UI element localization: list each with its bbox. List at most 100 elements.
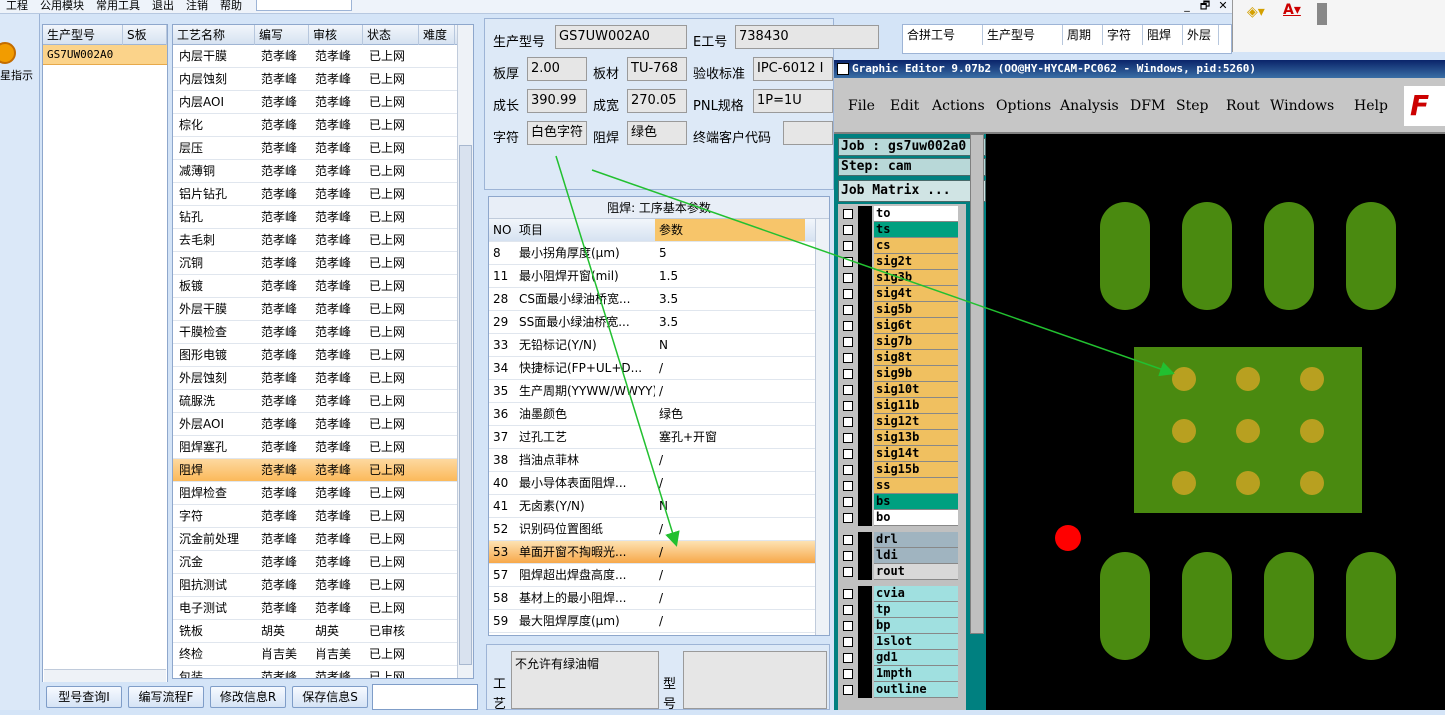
process-row[interactable]: 字符 范孝峰 范孝峰 已上网 (173, 505, 473, 528)
pause-icon[interactable] (0, 42, 16, 64)
layer-row[interactable]: ts (838, 222, 962, 238)
layer-row[interactable]: gd1 (838, 650, 962, 666)
char-field[interactable]: 白色字符 (527, 121, 587, 145)
layer-row[interactable]: sig5b (838, 302, 962, 318)
param-row[interactable]: 59 最大阻焊厚度(μm) / (489, 610, 829, 633)
ge-menu-edit[interactable]: Edit (890, 98, 919, 114)
layer-row[interactable]: sig10t (838, 382, 962, 398)
layer-swatch[interactable] (858, 254, 872, 270)
process-row[interactable]: 钻孔 范孝峰 范孝峰 已上网 (173, 206, 473, 229)
width-field[interactable]: 270.05 (627, 89, 687, 113)
layer-row[interactable]: sig12t (838, 414, 962, 430)
layer-row[interactable]: sig4t (838, 286, 962, 302)
process-row[interactable]: 外层AOI 范孝峰 范孝峰 已上网 (173, 413, 473, 436)
mask-field[interactable]: 绿色 (627, 121, 687, 145)
menu-tools[interactable]: 常用工具 (90, 0, 146, 11)
layer-swatch[interactable] (858, 222, 872, 238)
layer-swatch[interactable] (858, 564, 872, 580)
layer-checkbox[interactable] (843, 321, 853, 331)
layer-row[interactable]: to (838, 206, 962, 222)
col-merge-cycle[interactable]: 周期 (1063, 25, 1103, 45)
layer-swatch[interactable] (858, 446, 872, 462)
param-row[interactable]: 29 SS面最小绿油桥宽... 3.5 (489, 311, 829, 334)
layer-row[interactable]: bs (838, 494, 962, 510)
eno-field[interactable]: 738430 (735, 25, 879, 49)
layer-swatch[interactable] (858, 334, 872, 350)
layer-row[interactable]: bo (838, 510, 962, 526)
col-merge-eno[interactable]: 合拼工号 (903, 25, 983, 45)
via[interactable] (1236, 367, 1260, 391)
edit-flow-button[interactable]: 编写流程F (128, 686, 204, 708)
layer-checkbox[interactable] (843, 669, 853, 679)
close-icon[interactable]: ✕ (1214, 0, 1232, 12)
via[interactable] (1300, 419, 1324, 443)
via[interactable] (1172, 471, 1196, 495)
model-row[interactable]: GS7UW002A0 (43, 45, 167, 65)
layer-swatch[interactable] (858, 414, 872, 430)
param-row[interactable]: 8 最小拐角厚度(μm) 5 (489, 242, 829, 265)
material-field[interactable]: TU-768 (627, 57, 687, 81)
layer-row[interactable]: tp (838, 602, 962, 618)
layer-checkbox[interactable] (843, 449, 853, 459)
restore-icon[interactable]: 🗗 (1196, 0, 1214, 12)
process-row[interactable]: 棕化 范孝峰 范孝峰 已上网 (173, 114, 473, 137)
layer-checkbox[interactable] (843, 241, 853, 251)
job-matrix-button[interactable]: Job Matrix ... (838, 180, 986, 202)
ge-menu-options[interactable]: Options (996, 98, 1051, 114)
layer-row[interactable]: drl (838, 532, 962, 548)
ge-menu-rout[interactable]: Rout (1226, 98, 1260, 114)
col-merge-outer[interactable]: 外层 (1183, 25, 1219, 45)
layer-checkbox[interactable] (843, 605, 853, 615)
layer-row[interactable]: sig15b (838, 462, 962, 478)
toolbar-overflow-icon[interactable] (1317, 3, 1327, 25)
col-reviewer[interactable]: 审核 (309, 25, 363, 45)
process-row[interactable]: 层压 范孝峰 范孝峰 已上网 (173, 137, 473, 160)
param-row[interactable]: 40 最小导体表面阻焊... / (489, 472, 829, 495)
layer-swatch[interactable] (858, 478, 872, 494)
via[interactable] (1236, 419, 1260, 443)
layer-checkbox[interactable] (843, 305, 853, 315)
menu-help[interactable]: 帮助 (214, 0, 248, 11)
pad[interactable] (1264, 202, 1314, 310)
layer-row[interactable]: sig6t (838, 318, 962, 334)
menubar-dropdown[interactable] (255, 0, 352, 11)
layer-swatch[interactable] (858, 318, 872, 334)
layer-row[interactable]: rout (838, 564, 962, 580)
process-row[interactable]: 阻焊 范孝峰 范孝峰 已上网 (173, 459, 473, 482)
scroll-thumb[interactable] (459, 145, 472, 665)
layer-checkbox[interactable] (843, 257, 853, 267)
process-row[interactable]: 内层干膜 范孝峰 范孝峰 已上网 (173, 45, 473, 68)
param-row[interactable]: 37 过孔工艺 塞孔+开窗 (489, 426, 829, 449)
param-row[interactable]: 38 挡油点菲林 / (489, 449, 829, 472)
layer-checkbox[interactable] (843, 401, 853, 411)
layer-checkbox[interactable] (843, 225, 853, 235)
layer-row[interactable]: sig3b (838, 270, 962, 286)
layer-row[interactable]: ss (838, 478, 962, 494)
col-merge-mask[interactable]: 阻焊 (1143, 25, 1183, 45)
process-row[interactable]: 内层AOI 范孝峰 范孝峰 已上网 (173, 91, 473, 114)
process-row[interactable]: 板镀 范孝峰 范孝峰 已上网 (173, 275, 473, 298)
param-row[interactable]: 33 无铅标记(Y/N) N (489, 334, 829, 357)
save-info-button[interactable]: 保存信息S (292, 686, 368, 708)
col-merge-model[interactable]: 生产型号 (983, 25, 1063, 45)
layer-checkbox[interactable] (843, 385, 853, 395)
layer-checkbox[interactable] (843, 209, 853, 219)
layer-swatch[interactable] (858, 238, 872, 254)
layer-swatch[interactable] (858, 462, 872, 478)
process-row[interactable]: 包装 范孝峰 范孝峰 已上网 (173, 666, 473, 678)
layer-checkbox[interactable] (843, 535, 853, 545)
layer-checkbox[interactable] (843, 685, 853, 695)
layer-checkbox[interactable] (843, 289, 853, 299)
param-row[interactable]: 53 单面开窗不掏暇光... / (489, 541, 829, 564)
ge-menu-dfm[interactable]: DFM (1130, 98, 1165, 114)
layer-swatch[interactable] (858, 634, 872, 650)
layer-checkbox[interactable] (843, 481, 853, 491)
process-row[interactable]: 去毛刺 范孝峰 范孝峰 已上网 (173, 229, 473, 252)
process-row[interactable]: 沉金 范孝峰 范孝峰 已上网 (173, 551, 473, 574)
layer-row[interactable]: 1slot (838, 634, 962, 650)
layer-row[interactable]: sig13b (838, 430, 962, 446)
process-row[interactable]: 阻焊检查 范孝峰 范孝峰 已上网 (173, 482, 473, 505)
process-row[interactable]: 电子测试 范孝峰 范孝峰 已上网 (173, 597, 473, 620)
col-no[interactable]: NO (489, 219, 515, 241)
layer-checkbox[interactable] (843, 465, 853, 475)
